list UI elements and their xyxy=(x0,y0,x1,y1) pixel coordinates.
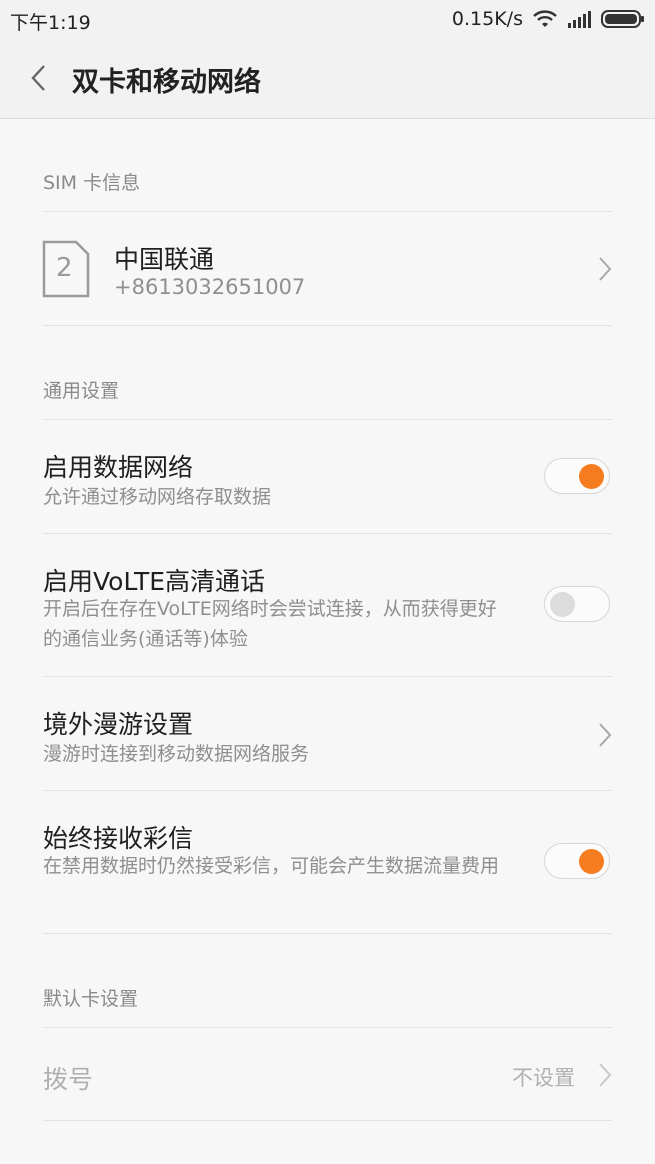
mms-toggle[interactable] xyxy=(544,843,610,879)
setting-subtitle: 允许通过移动网络存取数据 xyxy=(43,486,272,508)
divider xyxy=(43,933,612,934)
volte-toggle[interactable] xyxy=(544,586,610,622)
setting-title: 启用VoLTE高清通话 xyxy=(43,567,266,596)
setting-title: 启用数据网络 xyxy=(43,453,194,482)
section-label-general: 通用设置 xyxy=(43,380,120,402)
section-label-sim: SIM 卡信息 xyxy=(43,172,141,194)
setting-row-mms[interactable]: 始终接收彩信 在禁用数据时仍然接受彩信，可能会产生数据流量费用 xyxy=(0,791,655,933)
toggle-knob xyxy=(579,849,604,874)
setting-row-volte[interactable]: 启用VoLTE高清通话 开启后在存在VoLTE网络时会尝试连接，从而获得更好的通… xyxy=(0,534,655,676)
dial-label: 拨号 xyxy=(43,1065,94,1094)
signal-icon xyxy=(568,11,591,28)
network-speed: 0.15K/s xyxy=(451,8,523,30)
wifi-icon xyxy=(533,10,557,27)
setting-row-data-network[interactable]: 启用数据网络 允许通过移动网络存取数据 xyxy=(0,420,655,533)
divider xyxy=(43,325,612,326)
sim-card-row[interactable] xyxy=(0,212,655,325)
chevron-right-icon xyxy=(599,1063,612,1087)
section-label-default-card: 默认卡设置 xyxy=(43,988,139,1010)
status-bar: 下午1:19 0.15K/s xyxy=(0,0,655,38)
setting-subtitle: 在禁用数据时仍然接受彩信，可能会产生数据流量费用 xyxy=(43,855,500,877)
setting-row-roaming[interactable]: 境外漫游设置 漫游时连接到移动数据网络服务 xyxy=(0,677,655,790)
sim-carrier: 中国联通 xyxy=(114,245,215,274)
chevron-right-icon xyxy=(599,257,612,281)
toggle-knob xyxy=(579,464,604,489)
setting-subtitle: 开启后在存在VoLTE网络时会尝试连接，从而获得更好的通信业务(通话等)体验 xyxy=(43,598,497,650)
app-header: 双卡和移动网络 xyxy=(0,38,655,119)
toggle-knob xyxy=(550,592,575,617)
chevron-left-icon[interactable] xyxy=(26,60,56,96)
page-title: 双卡和移动网络 xyxy=(72,67,261,98)
setting-title: 境外漫游设置 xyxy=(43,710,194,739)
data-network-toggle[interactable] xyxy=(544,458,610,494)
dial-value: 不设置 xyxy=(512,1066,575,1090)
status-icons: 0.15K/s xyxy=(452,6,645,32)
status-time: 下午1:19 xyxy=(10,12,91,34)
chevron-right-icon xyxy=(599,723,612,747)
setting-title: 始终接收彩信 xyxy=(43,824,194,853)
divider xyxy=(43,1120,612,1121)
sim-phone-number: +8613032651007 xyxy=(114,275,306,299)
sim-card-icon: 2 xyxy=(42,240,90,298)
setting-subtitle: 漫游时连接到移动数据网络服务 xyxy=(43,743,310,765)
battery-icon xyxy=(601,10,644,28)
sim-slot-number: 2 xyxy=(56,253,73,283)
